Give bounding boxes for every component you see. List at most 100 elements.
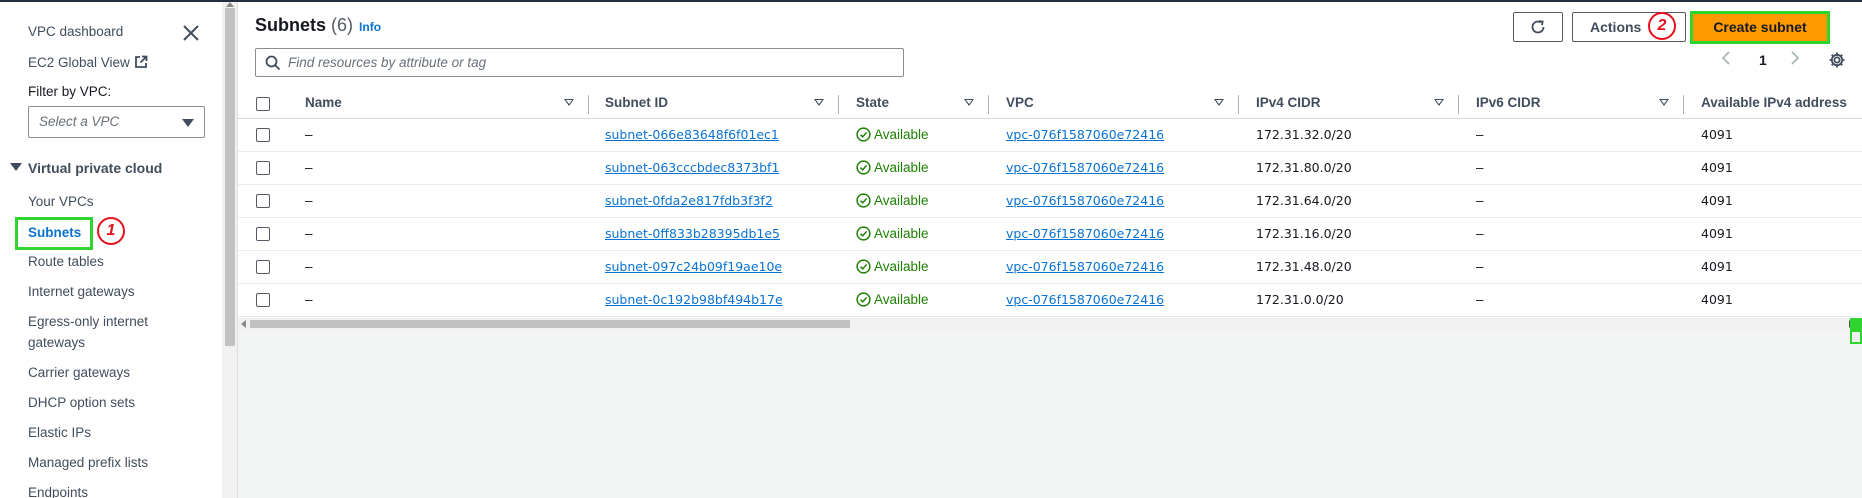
vpc-select[interactable]: Select a VPC <box>28 106 205 138</box>
sort-icon[interactable] <box>564 99 574 106</box>
cell-ipv6-cidr: – <box>1476 292 1484 307</box>
settings-gear-icon[interactable] <box>1828 51 1846 75</box>
create-subnet-button[interactable]: Create subnet <box>1690 11 1830 44</box>
scroll-up-icon[interactable] <box>226 2 234 7</box>
previous-page-icon[interactable] <box>1720 50 1732 74</box>
sidebar-item-internet-gateways[interactable]: Internet gateways <box>28 284 135 299</box>
cell-subnet-id-link[interactable]: subnet-0fda2e817fdb3f3f2 <box>605 193 773 208</box>
caret-down-icon <box>182 119 194 127</box>
sidebar-link-vpc-dashboard[interactable]: VPC dashboard <box>28 24 123 39</box>
row-checkbox[interactable] <box>256 161 270 175</box>
cell-name: – <box>305 193 313 208</box>
cell-state: Available <box>856 160 929 175</box>
table-row[interactable]: – subnet-0c192b98bf494b17e Available vpc… <box>238 284 1862 317</box>
cell-available-ipv4: 4091 <box>1701 226 1733 241</box>
cell-vpc-link[interactable]: vpc-076f1587060e72416 <box>1006 259 1164 274</box>
state-label: Available <box>874 292 929 307</box>
sidebar-scrollbar[interactable] <box>222 2 238 498</box>
cell-state: Available <box>856 226 929 241</box>
cell-ipv6-cidr: – <box>1476 193 1484 208</box>
cell-subnet-id-link[interactable]: subnet-0ff833b28395db1e5 <box>605 226 780 241</box>
sort-icon[interactable] <box>1434 99 1444 106</box>
column-divider[interactable] <box>838 95 839 114</box>
refresh-button[interactable] <box>1513 12 1563 42</box>
row-checkbox[interactable] <box>256 260 270 274</box>
table-row[interactable]: – subnet-063cccbdec8373bf1 Available vpc… <box>238 152 1862 185</box>
cell-name: – <box>305 160 313 175</box>
cell-subnet-id-link[interactable]: subnet-066e83648f6f01ec1 <box>605 127 779 142</box>
table-horizontal-scrollbar[interactable] <box>238 318 1862 330</box>
column-divider[interactable] <box>588 95 589 114</box>
column-header-available-ipv4[interactable]: Available IPv4 address <box>1701 90 1847 119</box>
table-row[interactable]: – subnet-0fda2e817fdb3f3f2 Available vpc… <box>238 185 1862 218</box>
row-checkbox[interactable] <box>256 227 270 241</box>
refresh-icon <box>1529 19 1547 35</box>
column-header-state[interactable]: State <box>856 90 889 119</box>
status-available-icon <box>856 193 874 208</box>
cell-vpc-link[interactable]: vpc-076f1587060e72416 <box>1006 127 1164 142</box>
column-divider[interactable] <box>1238 95 1239 114</box>
sidebar-item-route-tables[interactable]: Route tables <box>28 254 104 269</box>
column-header-ipv4-cidr[interactable]: IPv4 CIDR <box>1256 90 1321 119</box>
close-icon[interactable] <box>180 22 202 44</box>
horizontal-scrollbar-thumb[interactable] <box>250 320 850 328</box>
column-header-ipv6-cidr[interactable]: IPv6 CIDR <box>1476 90 1541 119</box>
status-available-icon <box>856 226 874 241</box>
next-page-icon[interactable] <box>1789 50 1801 74</box>
select-all-checkbox[interactable] <box>256 97 270 111</box>
column-header-vpc[interactable]: VPC <box>1006 90 1034 119</box>
filter-by-vpc-label: Filter by VPC: <box>28 84 112 99</box>
sort-icon[interactable] <box>814 99 824 106</box>
sort-icon[interactable] <box>1214 99 1224 106</box>
sidebar-item-your-vpcs[interactable]: Your VPCs <box>28 194 94 209</box>
sidebar-item-carrier-gateways[interactable]: Carrier gateways <box>28 365 130 380</box>
sidebar-item-label: Subnets <box>28 225 82 240</box>
sidebar-scrollbar-thumb[interactable] <box>225 8 235 346</box>
cell-ipv4-cidr: 172.31.48.0/20 <box>1256 259 1352 274</box>
state-label: Available <box>874 226 929 241</box>
cell-available-ipv4: 4091 <box>1701 259 1733 274</box>
sidebar-item-endpoints[interactable]: Endpoints <box>28 485 88 498</box>
sidebar-item-egress-only-internet-gateways[interactable]: Egress-only internet <box>28 314 148 329</box>
column-header-name[interactable]: Name <box>305 90 342 119</box>
cell-subnet-id-link[interactable]: subnet-0c192b98bf494b17e <box>605 292 783 307</box>
table-row[interactable]: – subnet-0ff833b28395db1e5 Available vpc… <box>238 218 1862 251</box>
cell-ipv6-cidr: – <box>1476 127 1484 142</box>
scroll-left-icon[interactable] <box>241 320 246 328</box>
table-row[interactable]: – subnet-097c24b09f19ae10e Available vpc… <box>238 251 1862 284</box>
sidebar-item-dhcp-option-sets[interactable]: DHCP option sets <box>28 395 135 410</box>
create-subnet-label: Create subnet <box>1713 19 1807 35</box>
sort-icon[interactable] <box>1659 99 1669 106</box>
cell-subnet-id-link[interactable]: subnet-097c24b09f19ae10e <box>605 259 782 274</box>
column-divider[interactable] <box>1683 95 1684 114</box>
cell-name: – <box>305 226 313 241</box>
cell-subnet-id-link[interactable]: subnet-063cccbdec8373bf1 <box>605 160 779 175</box>
cell-vpc-link[interactable]: vpc-076f1587060e72416 <box>1006 193 1164 208</box>
column-header-subnet-id[interactable]: Subnet ID <box>605 90 668 119</box>
table-header: Name Subnet ID State VPC IPv4 CIDR IPv6 … <box>238 90 1862 119</box>
sidebar-item-egress-only-internet-gateways-line2[interactable]: gateways <box>28 335 85 350</box>
status-available-icon <box>856 160 874 175</box>
sidebar-item-managed-prefix-lists[interactable]: Managed prefix lists <box>28 455 148 470</box>
sidebar-item-elastic-ips[interactable]: Elastic IPs <box>28 425 91 440</box>
sidebar-item-subnets[interactable]: Subnets <box>15 217 93 250</box>
row-checkbox[interactable] <box>256 194 270 208</box>
cell-vpc-link[interactable]: vpc-076f1587060e72416 <box>1006 160 1164 175</box>
column-divider[interactable] <box>1458 95 1459 114</box>
table-row[interactable]: – subnet-066e83648f6f01ec1 Available vpc… <box>238 119 1862 152</box>
state-label: Available <box>874 193 929 208</box>
section-virtual-private-cloud[interactable]: Virtual private cloud <box>10 160 162 176</box>
sort-icon[interactable] <box>964 99 974 106</box>
sidebar-link-ec2-global-view[interactable]: EC2 Global View <box>28 55 148 72</box>
row-checkbox[interactable] <box>256 293 270 307</box>
column-divider[interactable] <box>988 95 989 114</box>
state-label: Available <box>874 127 929 142</box>
cell-vpc-link[interactable]: vpc-076f1587060e72416 <box>1006 292 1164 307</box>
search-input[interactable] <box>288 52 888 73</box>
info-link[interactable]: Info <box>359 20 381 34</box>
page-number[interactable]: 1 <box>1759 52 1767 76</box>
cell-vpc-link[interactable]: vpc-076f1587060e72416 <box>1006 226 1164 241</box>
row-checkbox[interactable] <box>256 128 270 142</box>
cell-state: Available <box>856 127 929 142</box>
search-box[interactable] <box>255 48 904 77</box>
